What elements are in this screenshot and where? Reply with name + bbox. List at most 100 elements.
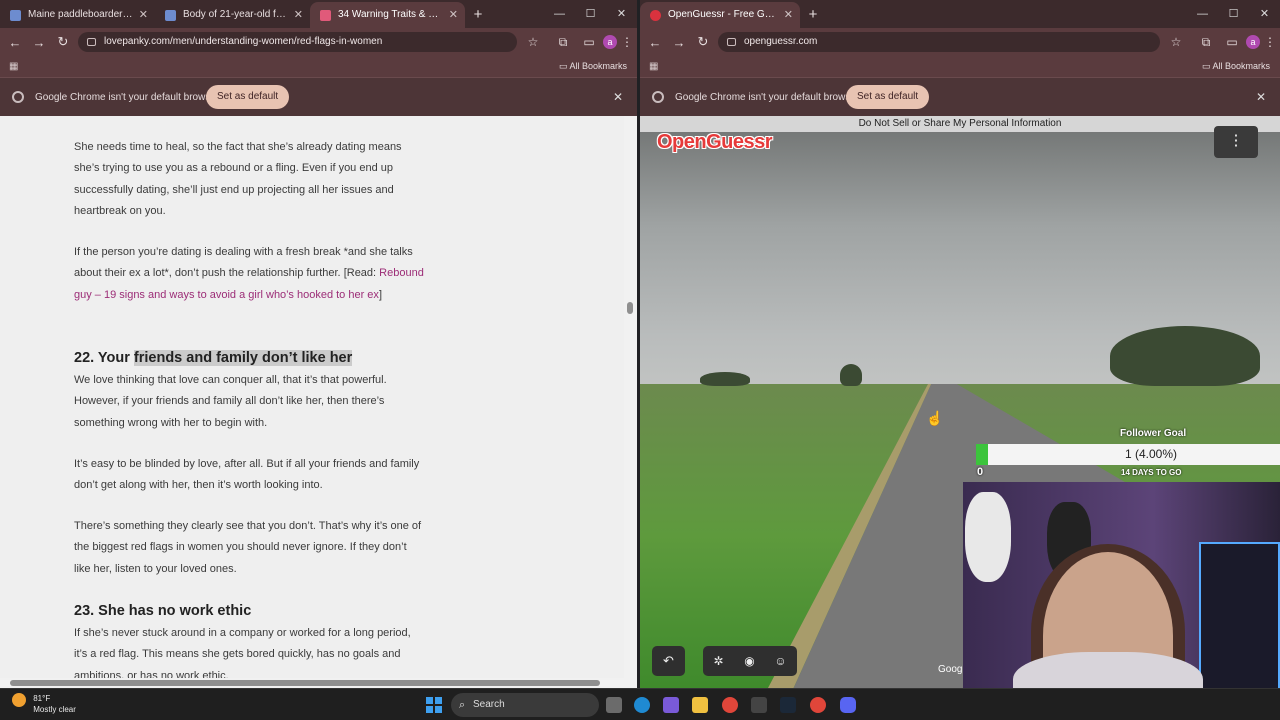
site-info-icon[interactable] (87, 38, 96, 46)
all-bookmarks-button[interactable]: ▭ All Bookmarks (1202, 61, 1270, 72)
follower-goal-value: 1 (4.00%) (1124, 447, 1178, 461)
address-bar[interactable]: openguessr.com (718, 32, 1160, 52)
tab-openguessr[interactable]: OpenGuessr - Free GeoGue... ✕ (640, 2, 800, 28)
copilot-icon[interactable] (663, 697, 679, 713)
follower-goal-widget: Follower Goal 1 (4.00%) 0 14 DAYS TO GO (976, 424, 1280, 482)
heading-23: 23. She has no work ethic (74, 601, 424, 621)
paragraph: She needs time to heal, so the fact that… (74, 141, 402, 217)
paragraph: There’s something they clearly see that … (74, 520, 422, 575)
chrome-profile-icon[interactable] (810, 697, 826, 713)
minimize-icon[interactable]: — (544, 0, 575, 28)
tab-close-icon[interactable]: ✕ (294, 2, 303, 28)
file-explorer-icon[interactable] (692, 697, 708, 713)
read-prefix: [Read: (343, 267, 380, 280)
site-info-icon[interactable] (727, 38, 736, 46)
edge-icon[interactable] (634, 697, 650, 713)
cast-icon[interactable]: ▭ (581, 34, 597, 50)
close-icon[interactable]: ✕ (606, 0, 637, 28)
close-icon[interactable]: ✕ (1249, 0, 1280, 28)
menu-kebab-icon[interactable]: ⋮ (1262, 34, 1278, 50)
chrome-icon[interactable] (722, 697, 738, 713)
menu-kebab-icon[interactable]: ⋮ (619, 34, 635, 50)
task-view-icon[interactable] (606, 697, 622, 713)
cast-icon[interactable]: ▭ (1224, 34, 1240, 50)
vertical-scrollbar[interactable] (624, 116, 637, 678)
bookmark-star-icon[interactable]: ☆ (525, 34, 541, 50)
reload-icon[interactable]: ↻ (691, 34, 715, 50)
discord-icon[interactable] (840, 697, 856, 713)
tab-maine-paddleboarder[interactable]: Maine paddleboarder murder ... ✕ (0, 2, 155, 28)
game-menu-button[interactable]: ⋮ (1214, 126, 1258, 158)
chrome-icon (652, 91, 664, 103)
address-bar[interactable]: lovepanky.com/men/understanding-women/re… (78, 32, 517, 52)
minimize-icon[interactable]: — (1187, 0, 1218, 28)
search-icon: ⌕ (459, 699, 466, 711)
weather-icon (12, 693, 26, 707)
new-tab-button[interactable]: + (800, 2, 826, 28)
search-placeholder: Search (473, 699, 505, 710)
tab-strip: Maine paddleboarder murder ... ✕ Body of… (0, 0, 637, 28)
start-button[interactable] (426, 697, 442, 713)
heading-22: 22. Your friends and family don’t like h… (74, 348, 424, 368)
follower-goal-bar: 1 (4.00%) (976, 444, 1280, 465)
window-controls: — ☐ ✕ (1187, 0, 1280, 28)
heart-favicon-icon (320, 10, 331, 21)
paragraph: It’s easy to be blinded by love, after a… (74, 458, 420, 492)
read-suffix: ] (378, 288, 382, 301)
bookmark-star-icon[interactable]: ☆ (1168, 34, 1184, 50)
back-icon[interactable]: ← (3, 35, 27, 50)
tab-close-icon[interactable]: ✕ (139, 2, 148, 28)
window-controls: — ☐ ✕ (544, 0, 637, 28)
follower-goal-days: 14 DAYS TO GO (1121, 468, 1182, 477)
openguessr-logo[interactable]: OpenGuessr (657, 131, 773, 154)
apps-grid-icon[interactable]: ▦ (649, 61, 658, 72)
heading-prefix: 22. Your (74, 350, 134, 366)
default-browser-infobar: Google Chrome isn't your default browser… (0, 78, 637, 116)
extensions-icon[interactable]: ⧉ (1198, 34, 1214, 50)
forward-icon[interactable]: → (27, 35, 51, 50)
apps-grid-icon[interactable]: ▦ (9, 61, 18, 72)
tab-title: Body of 21-year-old found in M... (183, 9, 310, 20)
profile-avatar[interactable]: a (603, 35, 617, 49)
heading-text: 23. She has no work ethic (74, 603, 252, 619)
tree-cluster (1110, 326, 1260, 386)
bug-icon[interactable]: ✲ (703, 646, 734, 676)
set-default-button[interactable]: Set as default (206, 85, 290, 109)
paragraph: If the person you’re dating is dealing w… (74, 242, 424, 306)
set-default-button[interactable]: Set as default (846, 85, 930, 109)
tab-body-found[interactable]: Body of 21-year-old found in M... ✕ (155, 2, 310, 28)
new-tab-button[interactable]: + (465, 2, 491, 28)
temperature: 81°F (33, 694, 51, 703)
maximize-icon[interactable]: ☐ (575, 0, 606, 28)
undo-button[interactable]: ↶ (652, 646, 685, 676)
weather-widget[interactable]: 81°F Mostly clear (12, 693, 76, 715)
chrome-icon (12, 91, 24, 103)
all-bookmarks-button[interactable]: ▭ All Bookmarks (559, 61, 627, 72)
profile-avatar[interactable]: a (1246, 35, 1260, 49)
taskbar: 81°F Mostly clear ⌕ Search (0, 688, 1280, 720)
forward-icon[interactable]: → (667, 35, 691, 50)
discord-icon[interactable]: ◉ (734, 646, 765, 676)
extensions-icon[interactable]: ⧉ (555, 34, 571, 50)
weather-condition: Mostly clear (33, 705, 76, 714)
tab-close-icon[interactable]: ✕ (449, 2, 458, 28)
infobar-message: Google Chrome isn't your default browser (675, 92, 860, 103)
taskbar-search[interactable]: ⌕ Search (451, 693, 599, 717)
infobar-close-icon[interactable]: ✕ (613, 90, 623, 104)
back-icon[interactable]: ← (643, 35, 667, 50)
mouse-cursor-icon: ☝ (926, 410, 944, 426)
tab-close-icon[interactable]: ✕ (784, 2, 793, 28)
scroll-thumb[interactable] (10, 680, 600, 686)
privacy-link[interactable]: Do Not Sell or Share My Personal Informa… (640, 116, 1280, 132)
bookmarks-bar: ▦ ▭ All Bookmarks (0, 56, 637, 78)
steam-icon[interactable] (780, 697, 796, 713)
infobar-close-icon[interactable]: ✕ (1256, 90, 1266, 104)
horizontal-scrollbar[interactable] (0, 678, 637, 688)
reddit-icon[interactable]: ☺ (765, 646, 796, 676)
maximize-icon[interactable]: ☐ (1218, 0, 1249, 28)
obs-icon[interactable] (751, 697, 767, 713)
reload-icon[interactable]: ↻ (51, 34, 75, 50)
scroll-thumb[interactable] (627, 302, 633, 314)
tree (840, 364, 862, 386)
tab-red-flags[interactable]: 34 Warning Traits & Red Flags ... ✕ (310, 2, 465, 28)
